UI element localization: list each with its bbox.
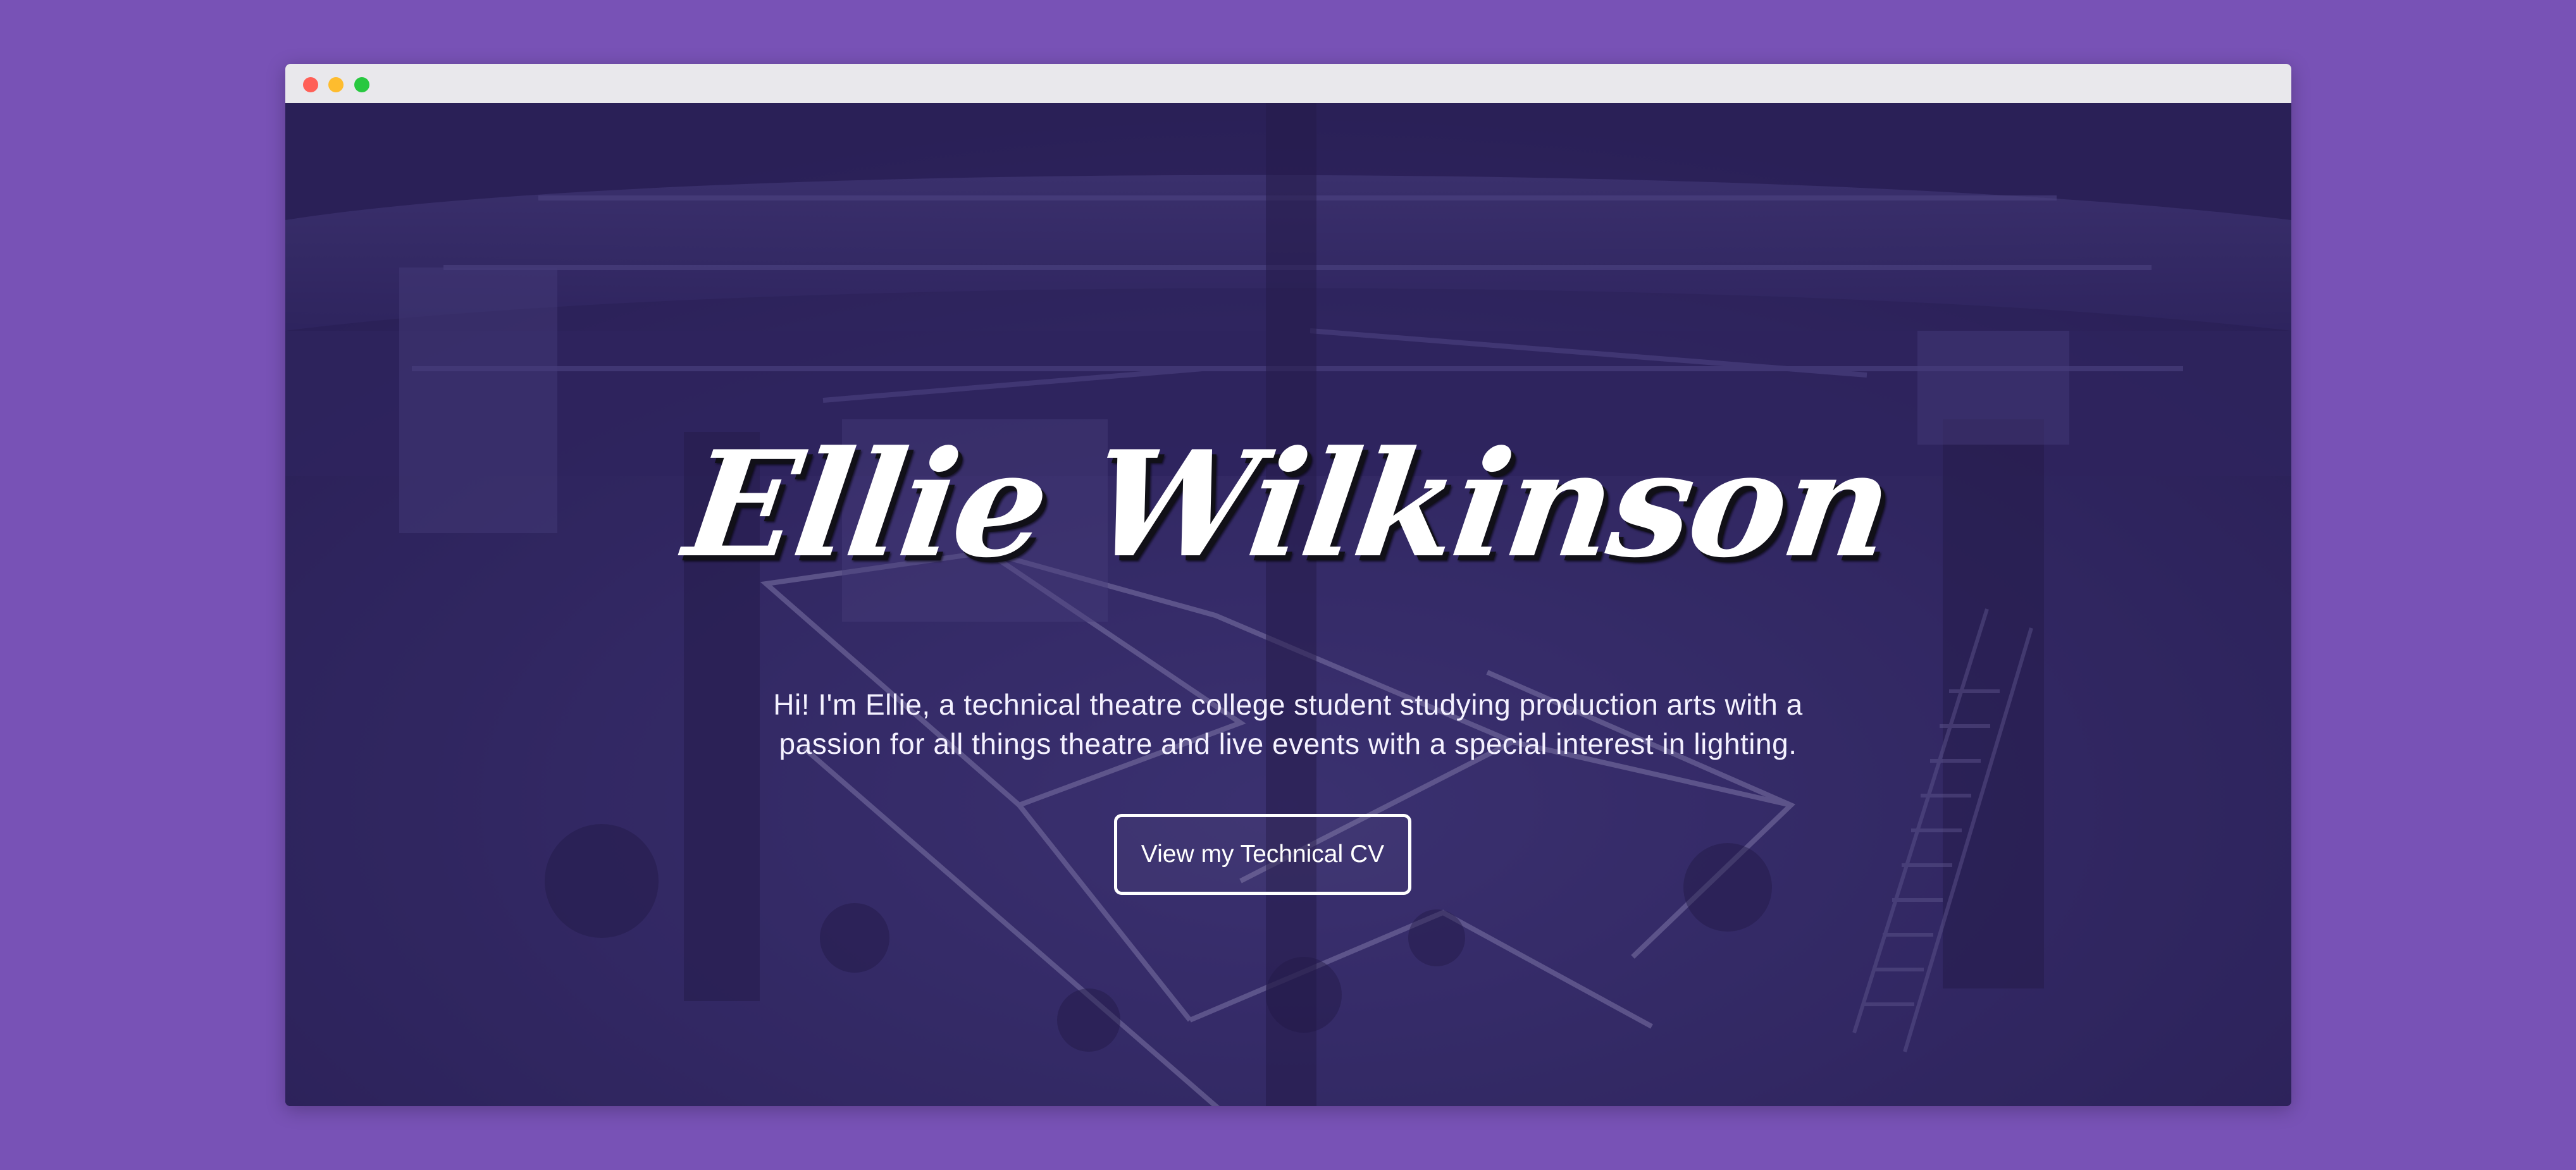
close-window-icon[interactable] <box>303 77 318 92</box>
hero-section: Ellie Wilkinson Hi! I'm Ellie, a technic… <box>285 103 2291 1106</box>
browser-window: Ellie Wilkinson Hi! I'm Ellie, a technic… <box>285 64 2291 1106</box>
hero-name-title: Ellie Wilkinson <box>676 419 1900 590</box>
minimize-window-icon[interactable] <box>328 77 344 92</box>
browser-titlebar <box>285 64 2291 103</box>
view-technical-cv-button[interactable]: View my Technical CV <box>1114 814 1411 895</box>
hero-intro-line-1: Hi! I'm Ellie, a technical theatre colle… <box>773 688 1803 721</box>
zoom-window-icon[interactable] <box>354 77 369 92</box>
hero-intro-text: Hi! I'm Ellie, a technical theatre colle… <box>728 685 1848 763</box>
hero-intro-line-2: passion for all things theatre and live … <box>779 727 1797 760</box>
hero-overlay <box>285 103 2291 1106</box>
